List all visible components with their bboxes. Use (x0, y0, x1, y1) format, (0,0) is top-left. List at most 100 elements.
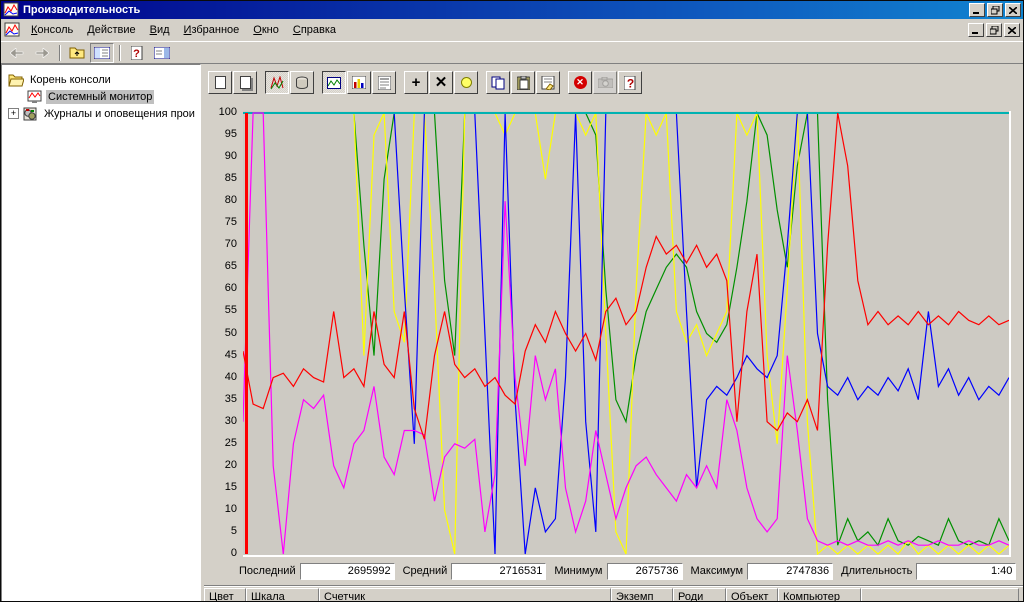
tree-item-console-root[interactable]: Корень консоли (2, 71, 200, 88)
y-tick-label: 5 (207, 525, 237, 537)
plus-icon: + (412, 76, 421, 90)
menu-action[interactable]: Действие (80, 21, 142, 39)
action-pane-icon (154, 47, 170, 59)
tree-item-system-monitor[interactable]: Системный монитор (2, 88, 200, 105)
view-current-activity-button[interactable] (265, 71, 289, 94)
y-tick-label: 45 (207, 349, 237, 361)
line-chart (243, 111, 1009, 555)
tree-item-logs-alerts[interactable]: + Журналы и оповещения прои (2, 105, 200, 122)
last-value: 2695992 (300, 563, 395, 580)
properties-button[interactable] (536, 71, 560, 94)
column-scale[interactable]: Шкала (246, 588, 319, 602)
clear-page-icon (240, 76, 251, 89)
y-tick-label: 100 (207, 106, 237, 118)
forward-arrow-icon (35, 48, 49, 58)
column-filler (861, 588, 1019, 602)
minimum-value: 2675736 (607, 563, 683, 580)
copy-properties-button[interactable] (486, 71, 510, 94)
copy-icon (491, 76, 505, 90)
system-monitor-panel: + ✕ ✕ ? (204, 64, 1023, 602)
y-tick-label: 15 (207, 481, 237, 493)
child-restore-button[interactable] (986, 23, 1002, 37)
clear-display-button[interactable] (233, 71, 257, 94)
y-tick-label: 20 (207, 459, 237, 471)
app-icon (3, 2, 19, 18)
average-label: Средний (403, 565, 448, 577)
view-log-data-button[interactable] (290, 71, 314, 94)
show-action-pane-button[interactable] (150, 43, 174, 63)
show-console-tree-button[interactable] (90, 43, 114, 63)
highlight-button[interactable] (454, 71, 478, 94)
minimize-button[interactable] (969, 3, 985, 17)
new-counter-set-button[interactable] (208, 71, 232, 94)
menu-view[interactable]: Вид (143, 21, 177, 39)
svg-text:?: ? (626, 76, 633, 90)
maximum-label: Максимум (691, 565, 744, 577)
histogram-icon (352, 76, 366, 89)
series-green (243, 113, 1009, 545)
y-tick-label: 30 (207, 415, 237, 427)
clipboard-icon (517, 76, 530, 90)
column-counter[interactable]: Счетчик (319, 588, 611, 602)
child-close-button[interactable] (1004, 23, 1020, 37)
back-arrow-icon (10, 48, 24, 58)
menu-help[interactable]: Справка (286, 21, 343, 39)
main-area: Корень консоли Системный монитор + Журна… (1, 64, 1023, 602)
menu-bar: Консоль Действие Вид Избранное Окно Спра… (1, 19, 1023, 42)
view-report-button[interactable] (372, 71, 396, 94)
sysmon-toolbar: + ✕ ✕ ? (204, 64, 1023, 101)
toolbar-separator (59, 45, 61, 61)
help-topics-button[interactable]: ? (125, 43, 149, 63)
forward-button[interactable] (30, 43, 54, 63)
y-tick-label: 65 (207, 260, 237, 272)
column-instance[interactable]: Экземп (611, 588, 673, 602)
column-parent[interactable]: Роди (673, 588, 726, 602)
help-icon: ? (624, 76, 637, 90)
delete-counter-button[interactable]: ✕ (429, 71, 453, 94)
paste-counter-list-button[interactable] (511, 71, 535, 94)
view-histogram-button[interactable] (347, 71, 371, 94)
restore-button[interactable] (987, 3, 1003, 17)
help-button[interactable]: ? (618, 71, 642, 94)
freeze-display-button[interactable]: ✕ (568, 71, 592, 94)
chart-area: 1009590858075706560555045403530252015105… (204, 101, 1023, 557)
system-monitor-icon (26, 90, 42, 104)
child-minimize-button[interactable] (968, 23, 984, 37)
toolbar-separator (119, 45, 121, 61)
value-bar: Последний 2695992 Средний 2716531 Миниму… (204, 559, 1023, 583)
tree-item-label: Системный монитор (46, 90, 154, 104)
y-tick-label: 25 (207, 437, 237, 449)
menu-favorites[interactable]: Избранное (177, 21, 247, 39)
up-one-level-button[interactable] (65, 43, 89, 63)
y-tick-label: 70 (207, 238, 237, 250)
last-label: Последний (239, 565, 296, 577)
view-graph-button[interactable] (322, 71, 346, 94)
window-title: Производительность (23, 4, 969, 16)
menu-window[interactable]: Окно (246, 21, 286, 39)
y-tick-label: 55 (207, 304, 237, 316)
console-window-icon[interactable] (4, 22, 20, 38)
y-tick-label: 60 (207, 282, 237, 294)
separator-groove (204, 585, 1023, 587)
logs-and-alerts-icon (22, 107, 38, 121)
column-color[interactable]: Цвет (204, 588, 246, 602)
column-computer[interactable]: Компьютер (778, 588, 861, 602)
new-page-icon (215, 76, 226, 89)
mmc-toolbar: ? (1, 42, 1023, 64)
console-tree-icon (94, 47, 110, 59)
report-icon (378, 76, 391, 90)
tree-item-label: Корень консоли (28, 73, 113, 87)
column-object[interactable]: Объект (726, 588, 778, 602)
legend-header: Цвет Шкала Счетчик Экземп Роди Объект Ко… (204, 588, 1023, 602)
database-icon (295, 76, 309, 90)
back-button[interactable] (5, 43, 29, 63)
expand-plus-icon[interactable]: + (8, 108, 19, 119)
y-tick-label: 0 (207, 547, 237, 559)
help-page-icon: ? (131, 46, 144, 60)
y-tick-label: 40 (207, 371, 237, 383)
close-button[interactable] (1005, 3, 1021, 17)
add-counter-button[interactable]: + (404, 71, 428, 94)
menu-console[interactable]: Консоль (24, 21, 80, 39)
title-bar[interactable]: Производительность (1, 1, 1023, 19)
update-data-button[interactable] (593, 71, 617, 94)
